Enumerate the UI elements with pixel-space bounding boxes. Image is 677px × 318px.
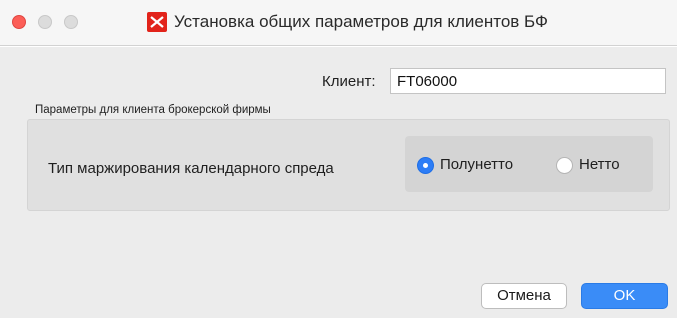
spread-margin-type-label: Тип маржирования календарного спреда: [48, 160, 334, 177]
radio-label: Нетто: [579, 156, 620, 173]
client-input[interactable]: [390, 68, 666, 94]
moex-logo-icon: [147, 12, 167, 32]
cancel-button[interactable]: Отмена: [481, 283, 567, 309]
ok-button[interactable]: OK: [581, 283, 668, 309]
maximize-window-icon[interactable]: [64, 15, 78, 29]
radio-netto[interactable]: Нетто: [556, 154, 620, 176]
close-window-icon[interactable]: [12, 15, 26, 29]
radio-checked-icon: [417, 156, 434, 174]
window-title: Установка общих параметров для клиентов …: [174, 12, 548, 31]
radio-polunetto[interactable]: Полунетто: [417, 154, 513, 176]
group-title: Параметры для клиента брокерской фирмы: [35, 104, 271, 116]
radio-label: Полунетто: [440, 156, 514, 173]
title-bar[interactable]: Установка общих параметров для клиентов …: [0, 0, 677, 46]
minimize-window-icon[interactable]: [38, 15, 52, 29]
client-label: Клиент:: [322, 73, 376, 90]
radio-unchecked-icon: [556, 156, 573, 174]
